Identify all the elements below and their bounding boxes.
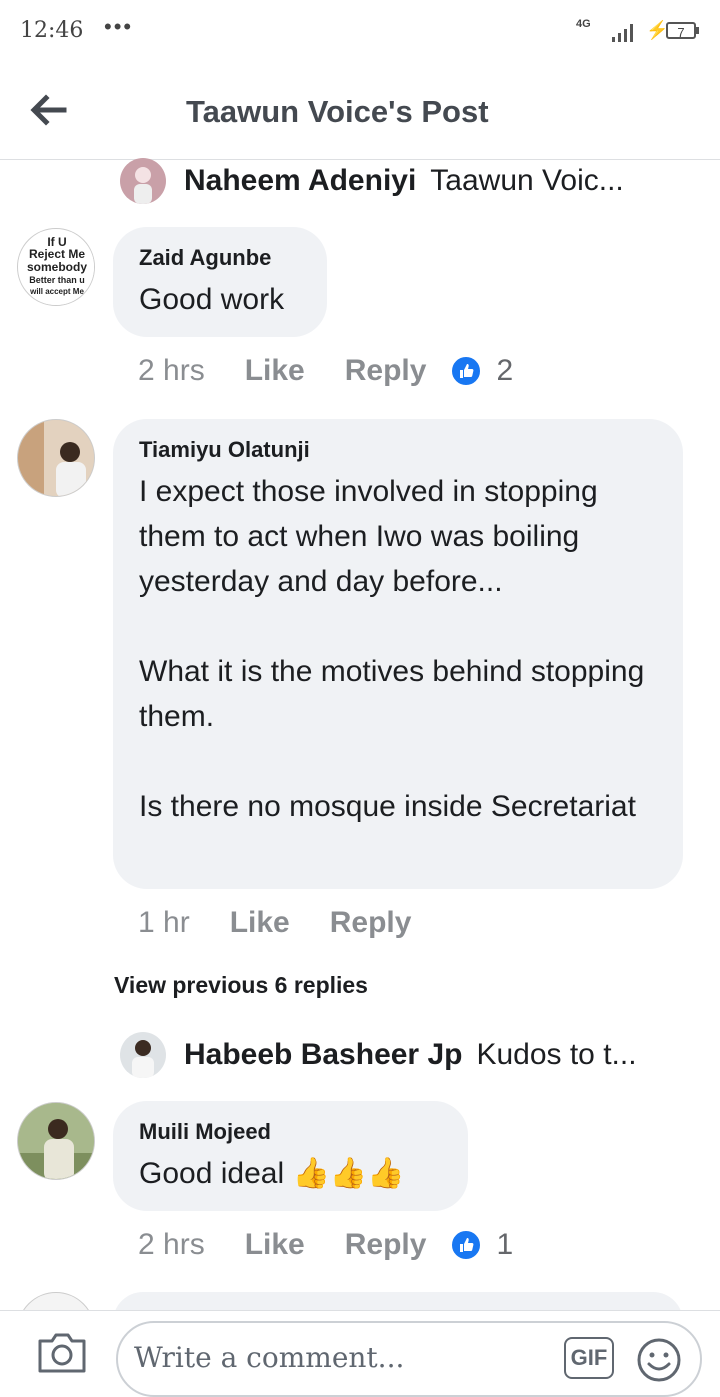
status-bar: 12:46 ••• 4G ⚡ 7 bbox=[0, 0, 720, 64]
comment-input-placeholder: Write a comment... bbox=[134, 1341, 405, 1374]
collapsed-reply[interactable]: Habeeb Basheer Jp Kudos to t... bbox=[120, 1030, 680, 1080]
post-header: Taawun Voice's Post bbox=[0, 64, 720, 160]
comment-bubble[interactable]: Zaid Agunbe Good work bbox=[113, 227, 327, 337]
reply-button[interactable]: Reply bbox=[345, 1228, 427, 1262]
view-previous-replies-link[interactable]: View previous 6 replies bbox=[114, 972, 368, 999]
comment-bubble[interactable]: Tiamiyu Olatunji I expect those involved… bbox=[113, 419, 683, 889]
avatar[interactable] bbox=[120, 158, 166, 204]
reply-author[interactable]: Naheem Adeniyi bbox=[184, 164, 416, 198]
like-reaction-icon[interactable] bbox=[450, 1229, 483, 1261]
avatar[interactable] bbox=[17, 419, 95, 497]
comment-input[interactable]: Write a comment... GIF bbox=[116, 1321, 702, 1397]
avatar[interactable] bbox=[120, 1032, 166, 1078]
comment-bubble[interactable]: Muili Mojeed Good ideal 👍👍👍 bbox=[113, 1101, 468, 1211]
reaction-count[interactable]: 1 bbox=[496, 1228, 513, 1262]
reply-preview: Taawun Voic... bbox=[430, 164, 624, 197]
reply-author[interactable]: Habeeb Basheer Jp bbox=[184, 1038, 462, 1072]
comment-actions: 2 hrs Like Reply 2 bbox=[138, 354, 513, 388]
collapsed-reply[interactable]: Naheem Adeniyi Taawun Voic... bbox=[120, 156, 680, 206]
comment-composer: Write a comment... GIF bbox=[0, 1310, 720, 1397]
avatar-text-2: somebody bbox=[27, 260, 87, 274]
comment-actions: 1 hr Like Reply bbox=[138, 906, 435, 940]
comment-author[interactable]: Muili Mojeed bbox=[139, 1119, 442, 1145]
avatar[interactable]: If U Reject Me somebody Better than u wi… bbox=[17, 228, 95, 306]
battery-tip bbox=[696, 27, 699, 34]
comment-text: Good ideal 👍👍👍 bbox=[139, 1157, 405, 1190]
comment-time[interactable]: 2 hrs bbox=[138, 1228, 205, 1262]
signal-icon bbox=[612, 24, 636, 42]
avatar-text-4: will accept Me bbox=[29, 287, 84, 296]
battery-icon: 7 bbox=[666, 22, 696, 40]
comment-author[interactable]: Zaid Agunbe bbox=[139, 245, 301, 271]
reply-button[interactable]: Reply bbox=[330, 906, 412, 940]
comment-text: I expect those involved in stopping them… bbox=[139, 475, 645, 823]
like-reaction-icon[interactable] bbox=[450, 355, 483, 387]
avatar[interactable] bbox=[17, 1102, 95, 1180]
like-button[interactable]: Like bbox=[245, 1228, 305, 1262]
status-time: 12:46 bbox=[20, 18, 84, 43]
comment-author[interactable]: Tiamiyu Olatunji bbox=[139, 437, 657, 463]
like-button[interactable]: Like bbox=[245, 354, 305, 388]
back-arrow-icon[interactable] bbox=[28, 90, 68, 130]
comment-text: Good work bbox=[139, 283, 285, 316]
emoji-icon[interactable] bbox=[636, 1337, 682, 1383]
page-title: Taawun Voice's Post bbox=[186, 94, 489, 129]
notification-dots: ••• bbox=[104, 14, 134, 39]
reply-button[interactable]: Reply bbox=[345, 354, 427, 388]
reply-preview: Kudos to t... bbox=[476, 1038, 637, 1071]
network-type: 4G bbox=[576, 18, 591, 30]
avatar-text-1: Reject Me bbox=[29, 247, 85, 261]
comment-actions: 2 hrs Like Reply 1 bbox=[138, 1228, 513, 1262]
comment-time[interactable]: 2 hrs bbox=[138, 354, 205, 388]
reaction-count[interactable]: 2 bbox=[496, 354, 513, 388]
comment-time[interactable]: 1 hr bbox=[138, 906, 190, 940]
gif-button[interactable]: GIF bbox=[564, 1337, 614, 1379]
like-button[interactable]: Like bbox=[230, 906, 290, 940]
avatar-text-3: Better than u bbox=[29, 275, 85, 285]
camera-icon[interactable] bbox=[36, 1331, 88, 1375]
